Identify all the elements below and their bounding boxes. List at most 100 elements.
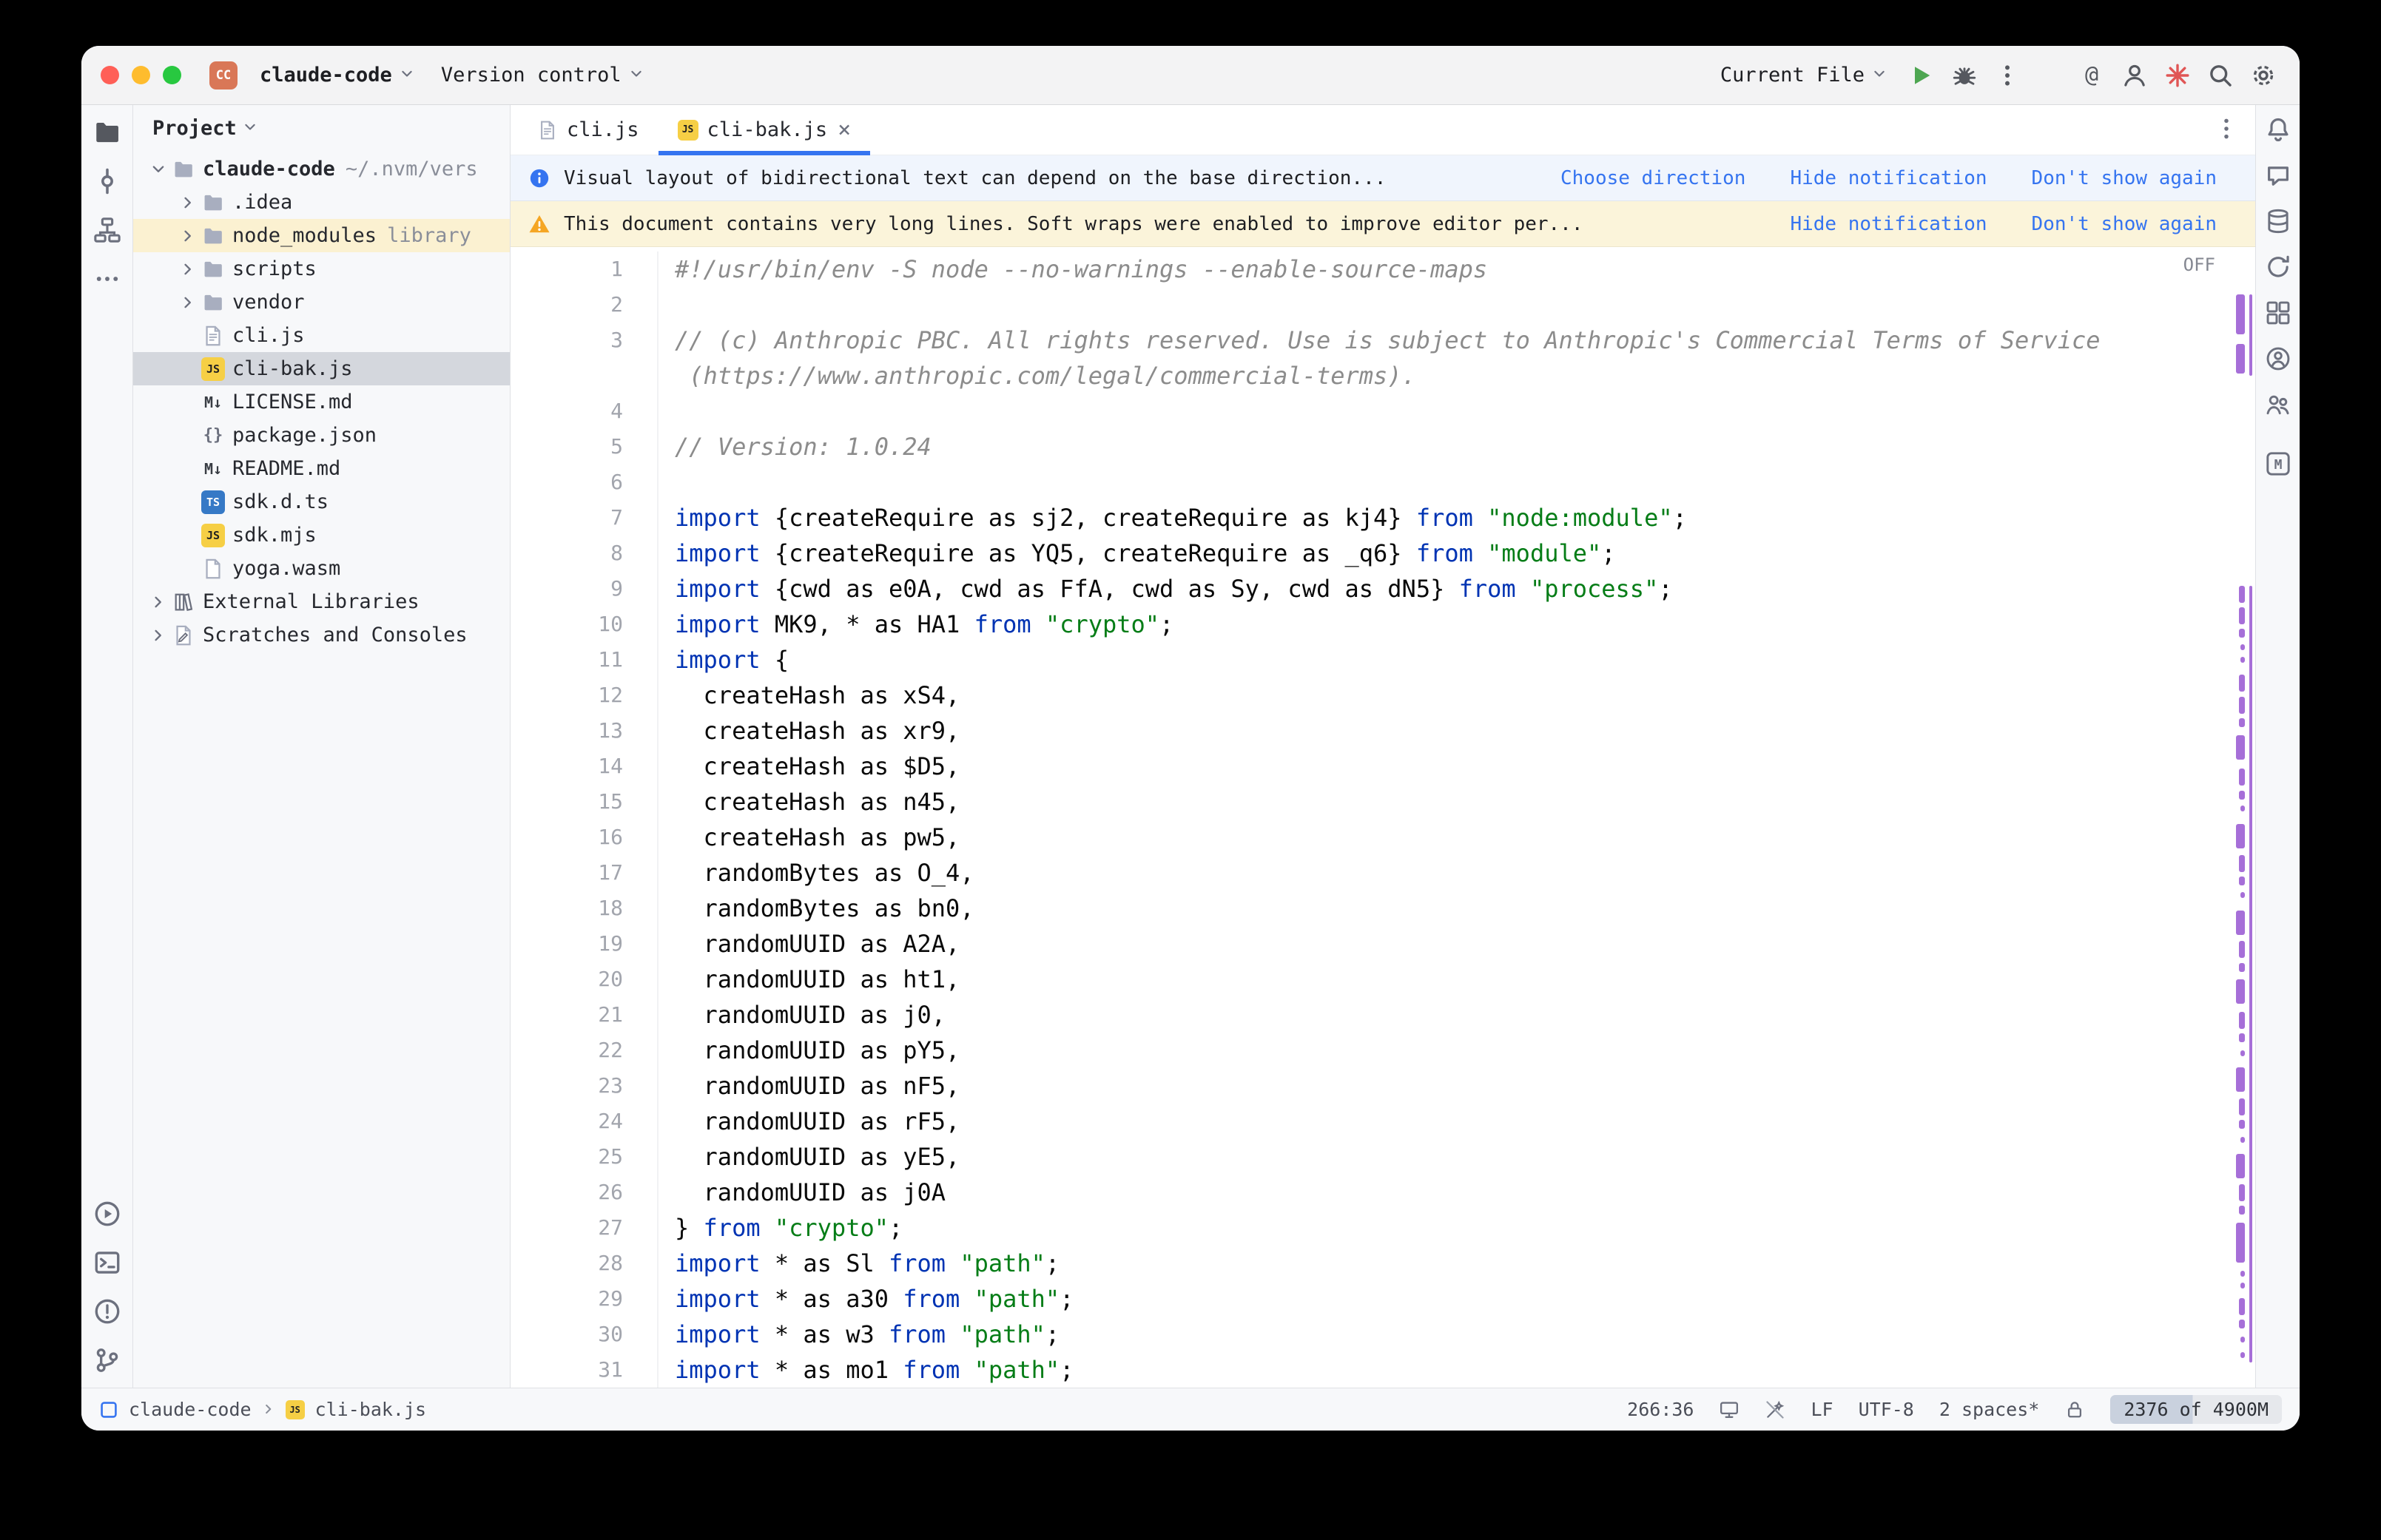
minimize-window-button[interactable] [132, 66, 150, 84]
gradle-icon[interactable] [2263, 251, 2294, 283]
line-number[interactable]: 7 [511, 500, 659, 536]
line-number[interactable]: 3 [511, 322, 659, 358]
tree-item-readme-md[interactable]: M↓README.md [133, 452, 510, 485]
notifications-icon[interactable] [2263, 114, 2294, 145]
line-number[interactable]: 23 [511, 1068, 659, 1104]
terminal-tool-icon[interactable] [92, 1247, 123, 1278]
chevron-right-icon[interactable] [145, 594, 172, 610]
breadcrumb-file[interactable]: cli-bak.js [315, 1399, 427, 1420]
more-tool-windows-icon[interactable] [92, 263, 123, 294]
line-number[interactable]: 15 [511, 784, 659, 820]
tree-item-idea[interactable]: .idea [133, 186, 510, 219]
line-number[interactable]: 10 [511, 607, 659, 642]
line-number[interactable]: 22 [511, 1033, 659, 1068]
tree-item-license-md[interactable]: M↓LICENSE.md [133, 385, 510, 419]
line-number[interactable]: 26 [511, 1175, 659, 1210]
don-t-show-again-link[interactable]: Don't show again [2032, 213, 2217, 235]
profiler-icon[interactable] [2263, 343, 2294, 374]
editor[interactable]: 1#!/usr/bin/env -S node --no-warnings --… [511, 247, 2255, 1388]
line-number[interactable]: 2 [511, 287, 659, 322]
settings-button[interactable] [2246, 58, 2280, 92]
line-number[interactable]: 13 [511, 713, 659, 749]
highlighting-level-badge[interactable]: OFF [2183, 254, 2215, 275]
line-number[interactable]: 28 [511, 1246, 659, 1281]
structure-tool-icon[interactable] [92, 215, 123, 246]
version-control-tool-icon[interactable] [92, 1345, 123, 1376]
project-tool-icon[interactable] [92, 117, 123, 148]
line-number[interactable]: 30 [511, 1317, 659, 1352]
line-number[interactable]: 17 [511, 855, 659, 891]
database-icon[interactable] [2263, 206, 2294, 237]
ai-assistant-icon[interactable] [2263, 160, 2294, 191]
hide-notification-link[interactable]: Hide notification [1790, 167, 1987, 189]
asterisk-icon[interactable] [2161, 58, 2195, 92]
close-tab-icon[interactable]: × [838, 117, 851, 143]
dependencies-icon[interactable] [2263, 297, 2294, 328]
debug-button[interactable] [1947, 58, 1981, 92]
tree-item-sdk-d-ts[interactable]: TSsdk.d.ts [133, 485, 510, 519]
tree-item-scratches-and-consoles[interactable]: Scratches and Consoles [133, 618, 510, 652]
line-number[interactable]: 27 [511, 1210, 659, 1246]
tree-item-package-json[interactable]: {}package.json [133, 419, 510, 452]
tree-item-external-libraries[interactable]: External Libraries [133, 585, 510, 618]
more-actions-button[interactable] [1990, 58, 2024, 92]
chevron-right-icon[interactable] [175, 261, 201, 277]
tree-item-cli-js[interactable]: cli.js [133, 319, 510, 352]
tree-item-claude-code[interactable]: claude-code~/.nvm/vers [133, 152, 510, 186]
lock-icon[interactable] [2064, 1399, 2085, 1420]
line-number[interactable]: 24 [511, 1104, 659, 1139]
line-number[interactable]: 8 [511, 536, 659, 571]
tab-cli-js[interactable]: cli.js [518, 105, 659, 155]
chevron-right-icon[interactable] [175, 294, 201, 311]
line-number[interactable]: 16 [511, 820, 659, 855]
code-area[interactable]: 1#!/usr/bin/env -S node --no-warnings --… [511, 247, 2226, 1388]
highlighting-off-icon[interactable] [1765, 1399, 1785, 1420]
line-number[interactable]: 29 [511, 1281, 659, 1317]
line-number[interactable]: 14 [511, 749, 659, 784]
chevron-right-icon[interactable] [175, 195, 201, 211]
indent-widget[interactable]: 2 spaces* [1939, 1399, 2039, 1420]
tree-item-scripts[interactable]: scripts [133, 252, 510, 286]
line-number[interactable]: 1 [511, 251, 659, 287]
chevron-right-icon[interactable] [145, 627, 172, 644]
tree-item-cli-bak-js[interactable]: JScli-bak.js [133, 352, 510, 385]
line-number[interactable]: 21 [511, 997, 659, 1033]
line-number[interactable]: 25 [511, 1139, 659, 1175]
line-number[interactable]: 20 [511, 962, 659, 997]
scrollbar-error-stripe[interactable] [2226, 247, 2255, 1388]
chevron-down-icon[interactable] [145, 161, 172, 178]
problems-tool-icon[interactable] [92, 1296, 123, 1327]
line-number[interactable]: 18 [511, 891, 659, 926]
maven-icon[interactable]: M [2263, 448, 2294, 479]
line-number[interactable]: 9 [511, 571, 659, 607]
run-button[interactable] [1905, 58, 1939, 92]
line-separator-widget[interactable]: LF [1811, 1399, 1833, 1420]
chevron-right-icon[interactable] [175, 228, 201, 244]
line-number[interactable]: 5 [511, 429, 659, 465]
project-panel-header[interactable]: Project [133, 105, 510, 151]
hide-notification-link[interactable]: Hide notification [1790, 213, 1987, 235]
tree-item-sdk-mjs[interactable]: JSsdk.mjs [133, 519, 510, 552]
services-tool-icon[interactable] [92, 1198, 123, 1229]
line-number[interactable]: 11 [511, 642, 659, 678]
vcs-widget[interactable]: Version control [432, 59, 653, 91]
commit-tool-icon[interactable] [92, 166, 123, 197]
line-number[interactable]: 4 [511, 394, 659, 429]
tree-item-node-modules[interactable]: node_moduleslibrary [133, 219, 510, 252]
tree-item-vendor[interactable]: vendor [133, 286, 510, 319]
memory-indicator[interactable]: 2376 of 4900M [2110, 1395, 2282, 1424]
caret-position-widget[interactable]: 266:36 [1627, 1399, 1694, 1420]
line-number[interactable]: 19 [511, 926, 659, 962]
code-with-me-icon[interactable] [2263, 389, 2294, 420]
tab-list-options-icon[interactable] [2214, 116, 2239, 144]
search-everywhere-button[interactable] [2203, 58, 2237, 92]
encoding-widget[interactable]: UTF-8 [1859, 1399, 1914, 1420]
breadcrumb-project[interactable]: claude-code [129, 1399, 252, 1420]
tree-item-yoga-wasm[interactable]: yoga.wasm [133, 552, 510, 585]
project-widget[interactable]: claude-code [251, 59, 423, 91]
don-t-show-again-link[interactable]: Don't show again [2032, 167, 2217, 189]
line-number[interactable]: 6 [511, 465, 659, 500]
screen-reader-icon[interactable] [1719, 1399, 1740, 1420]
user-icon[interactable] [2118, 58, 2152, 92]
run-configuration-selector[interactable]: Current File [1711, 59, 1896, 91]
